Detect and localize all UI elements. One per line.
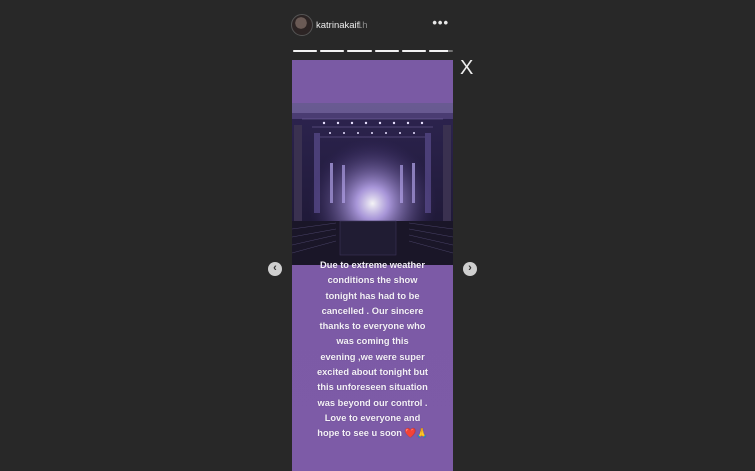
username[interactable]: katrinakaif (316, 20, 359, 31)
progress-fill (401, 50, 426, 52)
post-time: 1h (357, 20, 368, 31)
previous-story-button[interactable]: ‹ (268, 262, 282, 276)
caption-text: Due to extreme weather conditions the sh… (316, 260, 429, 439)
progress-segment (347, 50, 372, 52)
progress-segment (320, 50, 345, 52)
story-header: katrinakaif 1h ••• (291, 12, 453, 42)
progress-fill (428, 50, 449, 52)
more-options-icon[interactable]: ••• (432, 15, 449, 30)
progress-fill (293, 50, 318, 52)
next-story-button[interactable]: › (463, 262, 477, 276)
progress-segment (428, 50, 454, 52)
progress-segment (401, 50, 426, 52)
progress-fill (320, 50, 345, 52)
progress-fill (374, 50, 399, 52)
progress-segment (293, 50, 318, 52)
story-progress-bar (293, 50, 454, 53)
avatar[interactable] (291, 14, 313, 36)
heart-pray-emoji: ❤️🙏 (404, 428, 428, 439)
close-button[interactable]: X (460, 58, 473, 78)
story-caption: Due to extreme weather conditions the sh… (295, 258, 450, 442)
progress-segment (374, 50, 399, 52)
concert-stage-photo (292, 103, 453, 265)
progress-fill (347, 50, 372, 52)
story-frame[interactable]: Due to extreme weather conditions the sh… (292, 60, 453, 471)
